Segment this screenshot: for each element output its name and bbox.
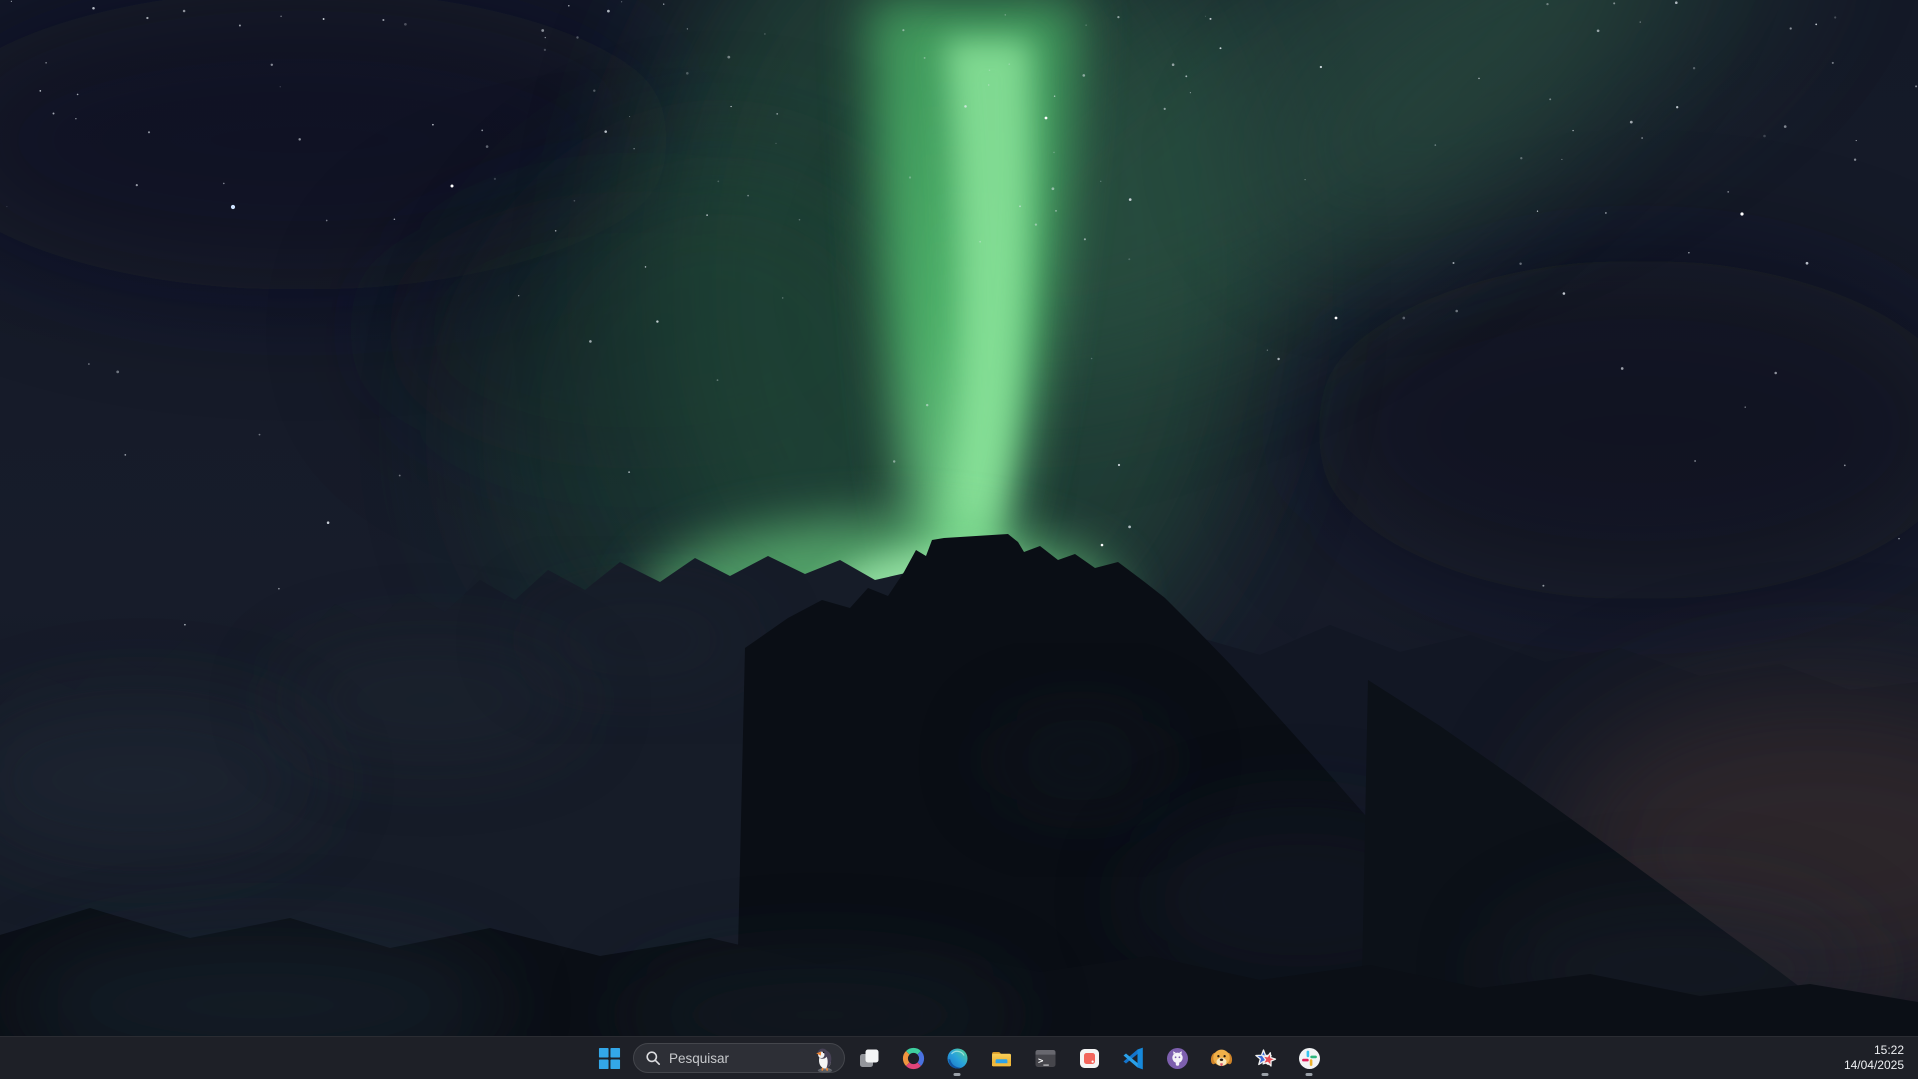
purple-octocat-icon (1165, 1046, 1190, 1071)
edge-swirl-icon (945, 1046, 970, 1071)
running-indicator (1262, 1073, 1269, 1076)
taskbar-app-file-explorer[interactable] (981, 1039, 1021, 1077)
running-indicator (954, 1073, 961, 1076)
clock-date: 14/04/2025 (1844, 1058, 1904, 1073)
search-icon (645, 1050, 661, 1066)
desktop: Pesquisar (0, 0, 1918, 1079)
taskbar-center-group: Pesquisar (589, 1037, 1329, 1079)
slack-pinwheel-icon (1297, 1046, 1322, 1071)
white-tile-red-square-icon (1077, 1046, 1102, 1071)
taskbar-app-task-view[interactable] (849, 1039, 889, 1077)
yellow-folder-icon (989, 1046, 1014, 1071)
colorful-ribbon-ring-icon (901, 1046, 926, 1071)
wallpaper-aurora-mountains (0, 0, 1918, 1079)
search-box[interactable]: Pesquisar (633, 1043, 845, 1073)
overlapping-windows-icon (857, 1046, 882, 1071)
search-highlight-puffin-icon (811, 1044, 839, 1073)
search-placeholder: Pesquisar (669, 1051, 803, 1066)
taskbar-app-star-app[interactable] (1245, 1039, 1285, 1077)
clock[interactable]: 15:22 14/04/2025 (1844, 1037, 1918, 1079)
taskbar-app-bruno[interactable] (1201, 1039, 1241, 1077)
terminal-prompt-glyph: >_ (1038, 1056, 1049, 1066)
golden-dog-face-icon (1209, 1046, 1234, 1071)
prompt-window-icon: >_ (1033, 1046, 1058, 1071)
blue-fold-icon (1121, 1046, 1146, 1071)
taskbar-app-red-square-app[interactable] (1069, 1039, 1109, 1077)
blue-red-star-icon (1253, 1046, 1278, 1071)
windows-logo-icon (598, 1047, 621, 1070)
clock-time: 15:22 (1874, 1043, 1904, 1058)
taskbar-app-terminal[interactable]: >_ (1025, 1039, 1065, 1077)
taskbar-app-microsoft-365-copilot[interactable] (893, 1039, 933, 1077)
taskbar-app-microsoft-edge[interactable] (937, 1039, 977, 1077)
taskbar-app-github-desktop[interactable] (1157, 1039, 1197, 1077)
start-button[interactable] (589, 1039, 629, 1077)
taskbar-app-visual-studio-code[interactable] (1113, 1039, 1153, 1077)
taskbar-app-slack[interactable] (1289, 1039, 1329, 1077)
taskbar: Pesquisar (0, 1036, 1918, 1079)
running-indicator (1306, 1073, 1313, 1076)
